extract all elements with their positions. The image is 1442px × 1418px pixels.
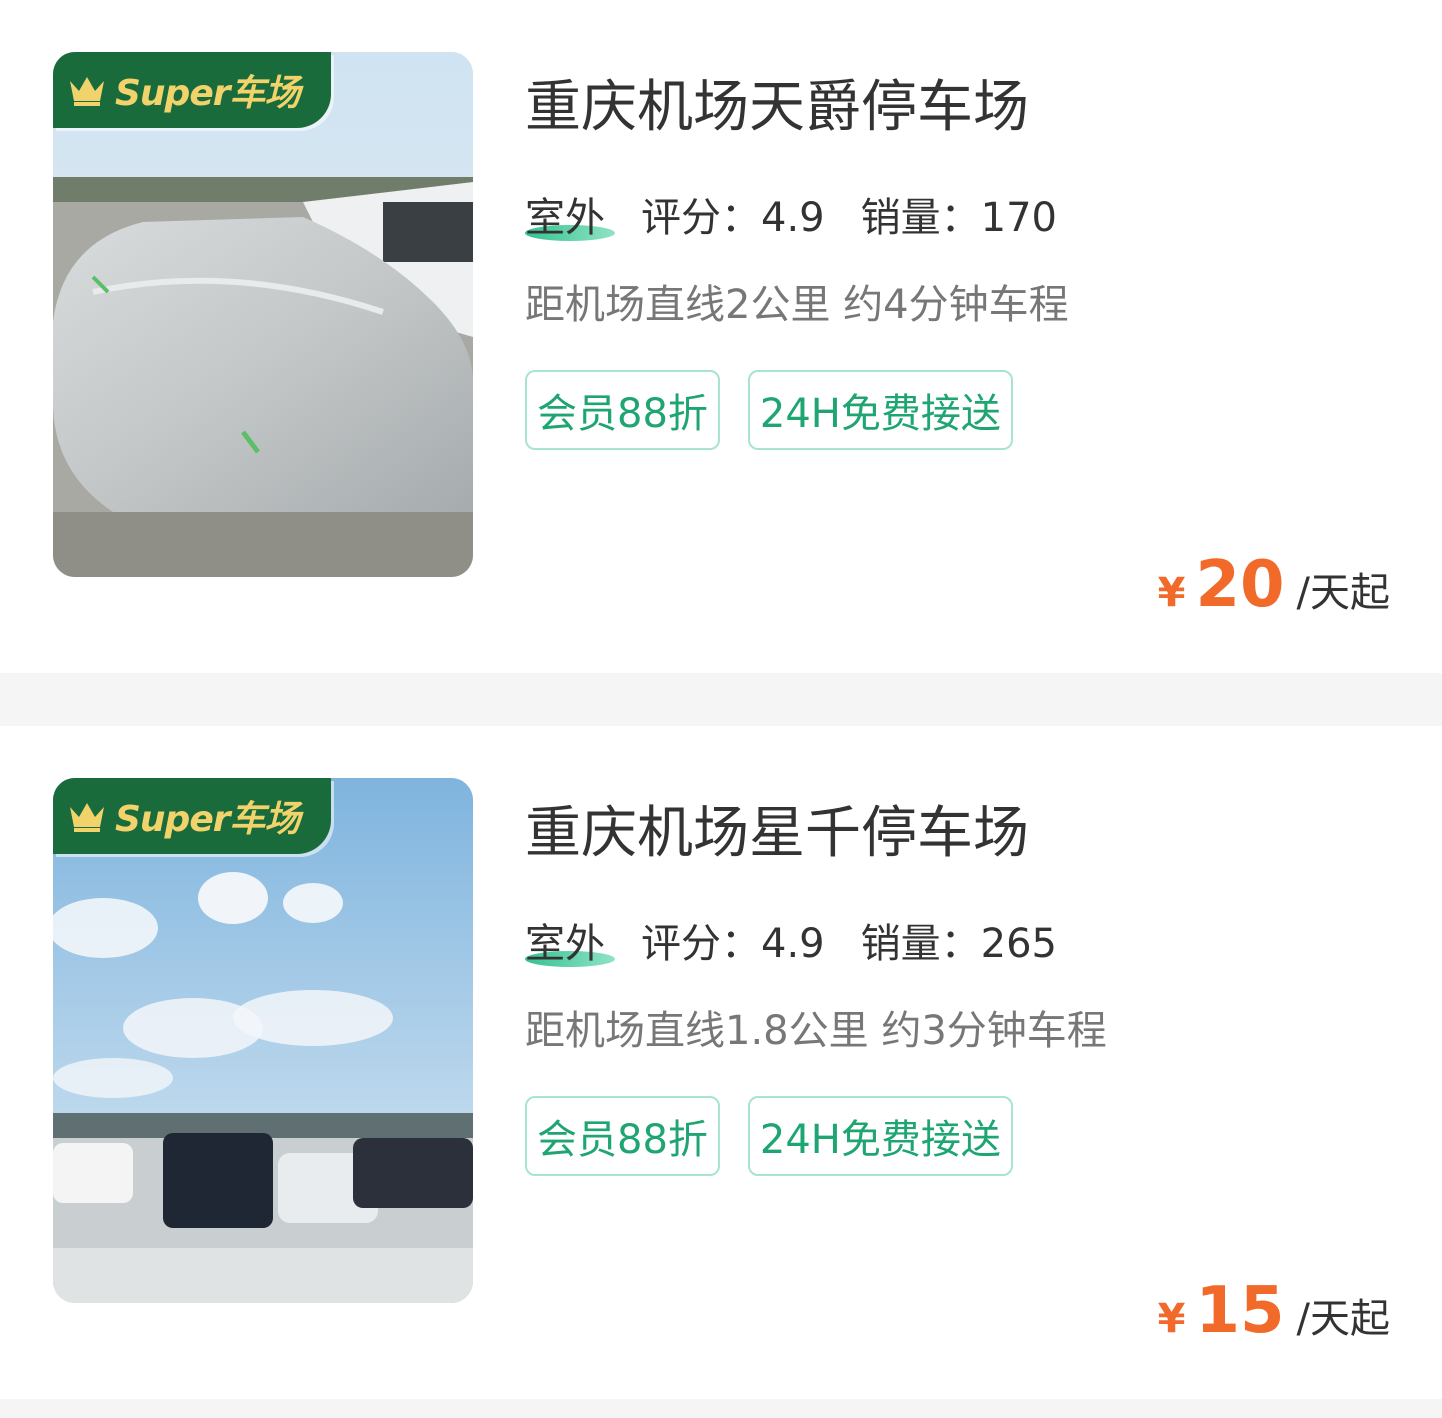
tag-list: 会员88折 24H免费接送 (525, 1096, 1013, 1176)
parking-lot-photo[interactable]: Super车场 (53, 778, 473, 1303)
distance-info: 距机场直线2公里 约4分钟车程 (525, 282, 1069, 328)
price-amount: 20 (1195, 548, 1285, 622)
super-parking-badge: Super车场 (53, 778, 331, 854)
price-unit: /天起 (1296, 1296, 1390, 1342)
price-unit: /天起 (1296, 570, 1390, 616)
crown-icon (70, 77, 104, 106)
parking-lot-title[interactable]: 重庆机场星千停车场 (525, 788, 1029, 869)
price-amount: 15 (1195, 1274, 1285, 1348)
parking-lot-photo[interactable]: Super车场 (53, 52, 473, 577)
parking-listing-card[interactable]: Super车场 重庆机场天爵停车场 室外 评分：4.9 销量：170 距机场直线… (0, 0, 1442, 673)
parking-lot-sky-photo (53, 778, 473, 1303)
member-discount-tag: 会员88折 (525, 370, 720, 450)
member-discount-tag: 会员88折 (525, 1096, 720, 1176)
price: ¥ 20 /天起 (1158, 548, 1390, 622)
sales-count: 销量：265 (860, 921, 1057, 967)
rating: 评分：4.9 (641, 921, 825, 967)
outdoor-label: 室外 (525, 911, 615, 969)
parking-lot-title[interactable]: 重庆机场天爵停车场 (525, 62, 1029, 143)
meta-row: 室外 评分：4.9 销量：265 (525, 912, 1057, 968)
distance-info: 距机场直线1.8公里 约3分钟车程 (525, 1008, 1107, 1054)
crown-icon (70, 803, 104, 832)
tag-list: 会员88折 24H免费接送 (525, 370, 1013, 450)
currency-symbol: ¥ (1157, 1296, 1186, 1342)
free-shuttle-tag: 24H免费接送 (747, 1096, 1013, 1176)
outdoor-label: 室外 (525, 185, 615, 243)
rating: 评分：4.9 (641, 195, 825, 241)
badge-label: Super车场 (115, 73, 300, 114)
covered-car-photo (53, 52, 473, 577)
sales-count: 销量：170 (860, 195, 1057, 241)
meta-row: 室外 评分：4.9 销量：170 (525, 186, 1057, 242)
super-parking-badge: Super车场 (53, 52, 331, 128)
badge-label: Super车场 (115, 799, 300, 840)
free-shuttle-tag: 24H免费接送 (747, 370, 1013, 450)
parking-listing-card[interactable]: Super车场 重庆机场星千停车场 室外 评分：4.9 销量：265 距机场直线… (0, 726, 1442, 1399)
price: ¥ 15 /天起 (1158, 1274, 1390, 1348)
currency-symbol: ¥ (1157, 570, 1186, 616)
